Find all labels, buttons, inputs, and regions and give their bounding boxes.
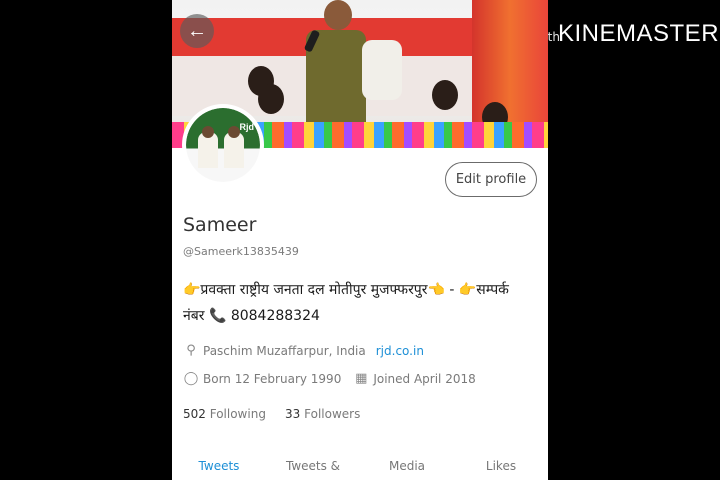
website-link[interactable]: rjd.co.in: [376, 344, 424, 358]
calendar-icon: ▦: [355, 371, 368, 386]
bio-line-1: 👉प्रवक्ता राष्ट्रीय जनता दल मोतीपुर मुजफ…: [183, 282, 509, 298]
location-row: ⚲ Paschim Muzaffarpur, India rjd.co.in: [183, 343, 424, 358]
edit-profile-button[interactable]: Edit profile: [445, 162, 537, 197]
back-button[interactable]: ←: [180, 14, 214, 48]
profile-tabs: Tweets Tweets & replies Media Likes: [172, 452, 548, 480]
born-text: Born 12 February 1990: [203, 371, 342, 386]
following-label: Following: [209, 407, 266, 421]
tab-likes[interactable]: Likes: [454, 452, 548, 480]
avatar-text: Rjd: [239, 122, 255, 132]
follow-stats: 502 Following 33 Followers: [183, 407, 360, 421]
tab-media[interactable]: Media: [360, 452, 454, 480]
followers-count: 33: [285, 407, 301, 421]
bio-line-2: नंबर 📞 8084288324: [183, 308, 320, 324]
watermark-brand: KINEMASTER: [558, 20, 720, 47]
tab-tweets-replies[interactable]: Tweets & replies: [266, 452, 360, 480]
dates-row: ◯ Born 12 February 1990 ▦ Joined April 2…: [183, 371, 476, 386]
profile-name: Sameer: [183, 214, 257, 236]
followers-label: Followers: [304, 407, 361, 421]
profile-handle: @Sameerk13835439: [183, 245, 299, 258]
followers-stat[interactable]: 33 Followers: [285, 407, 360, 421]
avatar[interactable]: Rjd: [182, 104, 264, 186]
following-stat[interactable]: 502 Following: [183, 407, 266, 421]
balloon-icon: ◯: [183, 371, 199, 386]
profile-screen: ← Rjd Edit profile Sameer @Sameerk138354…: [172, 0, 548, 480]
tab-tweets[interactable]: Tweets: [172, 452, 266, 480]
location-pin-icon: ⚲: [186, 343, 196, 358]
location-text: Paschim Muzaffarpur, India: [203, 343, 366, 358]
arrow-left-icon: ←: [187, 20, 207, 42]
profile-bio: 👉प्रवक्ता राष्ट्रीय जनता दल मोतीपुर मुजफ…: [183, 277, 543, 329]
following-count: 502: [183, 407, 206, 421]
joined-text: Joined April 2018: [373, 371, 476, 386]
